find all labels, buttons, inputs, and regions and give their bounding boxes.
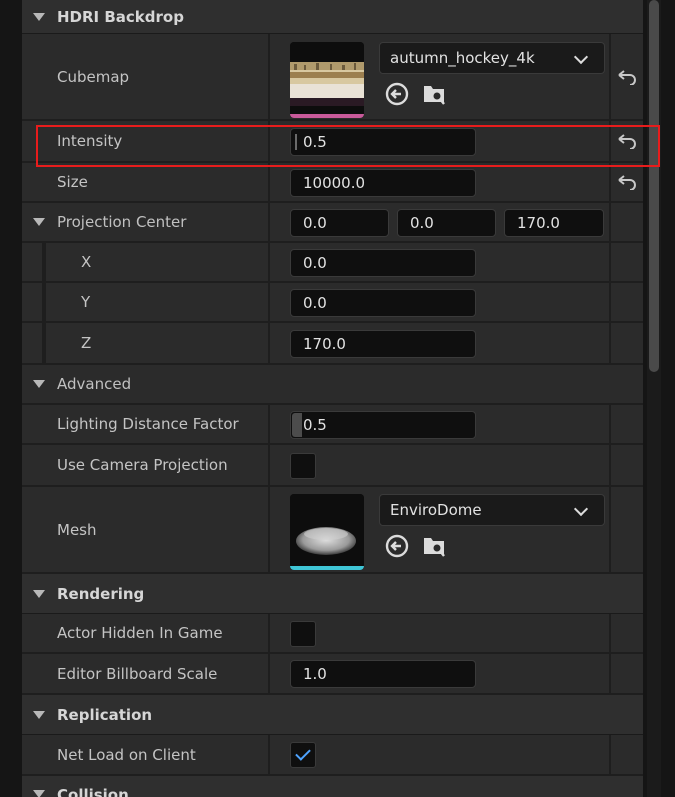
projection-x-field[interactable]: 0.0 bbox=[290, 249, 476, 277]
property-row-editor-billboard-scale: Editor Billboard Scale 1.0 bbox=[22, 654, 643, 695]
scrollbar-thumb[interactable] bbox=[649, 0, 659, 372]
mesh-asset-combo[interactable]: EnviroDome bbox=[379, 494, 605, 526]
cubemap-thumbnail[interactable] bbox=[290, 42, 364, 118]
projection-center-y-value: 0.0 bbox=[410, 214, 434, 232]
actor-hidden-in-game-checkbox[interactable] bbox=[290, 621, 316, 647]
use-selected-asset-icon[interactable] bbox=[384, 81, 410, 107]
section-rendering[interactable]: Rendering bbox=[22, 574, 643, 614]
property-label: Mesh bbox=[57, 520, 97, 539]
chevron-down-icon bbox=[573, 501, 589, 517]
net-load-on-client-checkbox[interactable] bbox=[290, 742, 316, 768]
cubemap-preview-image bbox=[290, 42, 364, 118]
property-row-projection-y: Y 0.0 bbox=[22, 283, 643, 323]
left-gutter bbox=[0, 0, 22, 797]
projection-center-x-field[interactable]: 0.0 bbox=[290, 209, 389, 237]
projection-z-value: 170.0 bbox=[303, 335, 346, 353]
collapse-arrow-icon[interactable] bbox=[33, 380, 45, 388]
section-title: Replication bbox=[57, 705, 153, 724]
property-label: Cubemap bbox=[57, 67, 130, 86]
property-label: Size bbox=[57, 173, 88, 191]
collapse-arrow-icon[interactable] bbox=[33, 12, 45, 21]
mesh-preview-image bbox=[290, 494, 364, 570]
property-label: Y bbox=[81, 293, 91, 311]
section-title: Collision bbox=[57, 786, 129, 797]
section-title: Rendering bbox=[57, 584, 145, 603]
reset-arrow-icon[interactable] bbox=[617, 69, 637, 85]
editor-billboard-scale-value: 1.0 bbox=[303, 665, 327, 683]
use-camera-projection-checkbox[interactable] bbox=[290, 453, 316, 479]
property-row-mesh: Mesh EnviroDome bbox=[22, 487, 643, 574]
property-row-projection-x: X 0.0 bbox=[22, 243, 643, 283]
section-title: HDRI Backdrop bbox=[57, 7, 184, 26]
lighting-distance-factor-field[interactable]: 0.5 bbox=[290, 411, 476, 439]
size-value: 10000.0 bbox=[303, 174, 366, 192]
section-replication[interactable]: Replication bbox=[22, 695, 643, 735]
section-collision[interactable]: Collision bbox=[22, 776, 643, 797]
browse-to-asset-icon[interactable] bbox=[422, 81, 448, 107]
chevron-down-icon bbox=[573, 49, 589, 65]
property-label: Editor Billboard Scale bbox=[57, 664, 218, 683]
collapse-arrow-icon[interactable] bbox=[33, 218, 45, 226]
projection-center-z-value: 170.0 bbox=[517, 214, 560, 232]
reset-arrow-icon[interactable] bbox=[617, 174, 637, 190]
cubemap-asset-name: autumn_hockey_4k bbox=[390, 49, 535, 67]
projection-y-value: 0.0 bbox=[303, 294, 327, 312]
property-label: Actor Hidden In Game bbox=[57, 624, 223, 642]
property-row-projection-center: Projection Center 0.0 0.0 170.0 bbox=[22, 203, 643, 243]
editor-billboard-scale-field[interactable]: 1.0 bbox=[290, 660, 476, 688]
size-field[interactable]: 10000.0 bbox=[290, 169, 476, 197]
projection-center-x-value: 0.0 bbox=[303, 214, 327, 232]
collapse-arrow-icon[interactable] bbox=[33, 710, 45, 719]
property-row-net-load-on-client: Net Load on Client bbox=[22, 735, 643, 776]
property-row-lighting-distance-factor: Lighting Distance Factor 0.5 bbox=[22, 405, 643, 445]
projection-y-field[interactable]: 0.0 bbox=[290, 289, 476, 317]
collapse-arrow-icon[interactable] bbox=[33, 589, 45, 598]
group-label: Advanced bbox=[57, 375, 132, 393]
projection-z-field[interactable]: 170.0 bbox=[290, 330, 476, 358]
section-hdri-backdrop[interactable]: HDRI Backdrop bbox=[22, 0, 643, 34]
asset-type-underline bbox=[290, 566, 364, 570]
mesh-asset-name: EnviroDome bbox=[390, 501, 482, 519]
details-panel: HDRI Backdrop Cubemap autumn_hockey_4k I… bbox=[22, 0, 643, 797]
property-label: X bbox=[81, 253, 92, 271]
collapse-arrow-icon[interactable] bbox=[33, 790, 45, 797]
property-label: Net Load on Client bbox=[57, 745, 196, 764]
property-label: Z bbox=[81, 334, 92, 352]
group-row-advanced[interactable]: Advanced bbox=[22, 365, 643, 405]
property-label: Lighting Distance Factor bbox=[57, 415, 239, 433]
use-selected-asset-icon[interactable] bbox=[384, 533, 410, 559]
asset-type-underline bbox=[290, 114, 364, 118]
property-row-projection-z: Z 170.0 bbox=[22, 323, 643, 365]
mesh-thumbnail[interactable] bbox=[290, 494, 364, 570]
property-row-cubemap: Cubemap autumn_hockey_4k bbox=[22, 34, 643, 121]
slider-fill bbox=[292, 413, 302, 437]
property-row-size: Size 10000.0 bbox=[22, 163, 643, 203]
projection-center-z-field[interactable]: 170.0 bbox=[504, 209, 604, 237]
property-row-actor-hidden-in-game: Actor Hidden In Game bbox=[22, 614, 643, 654]
browse-to-asset-icon[interactable] bbox=[422, 533, 448, 559]
cubemap-asset-combo[interactable]: autumn_hockey_4k bbox=[379, 42, 605, 74]
projection-center-y-field[interactable]: 0.0 bbox=[397, 209, 496, 237]
property-label: Projection Center bbox=[57, 213, 187, 231]
property-label: Use Camera Projection bbox=[57, 456, 228, 474]
intensity-highlight-box bbox=[36, 125, 660, 167]
lighting-distance-factor-value: 0.5 bbox=[303, 416, 327, 434]
projection-x-value: 0.0 bbox=[303, 254, 327, 272]
property-row-use-camera-projection: Use Camera Projection bbox=[22, 445, 643, 487]
